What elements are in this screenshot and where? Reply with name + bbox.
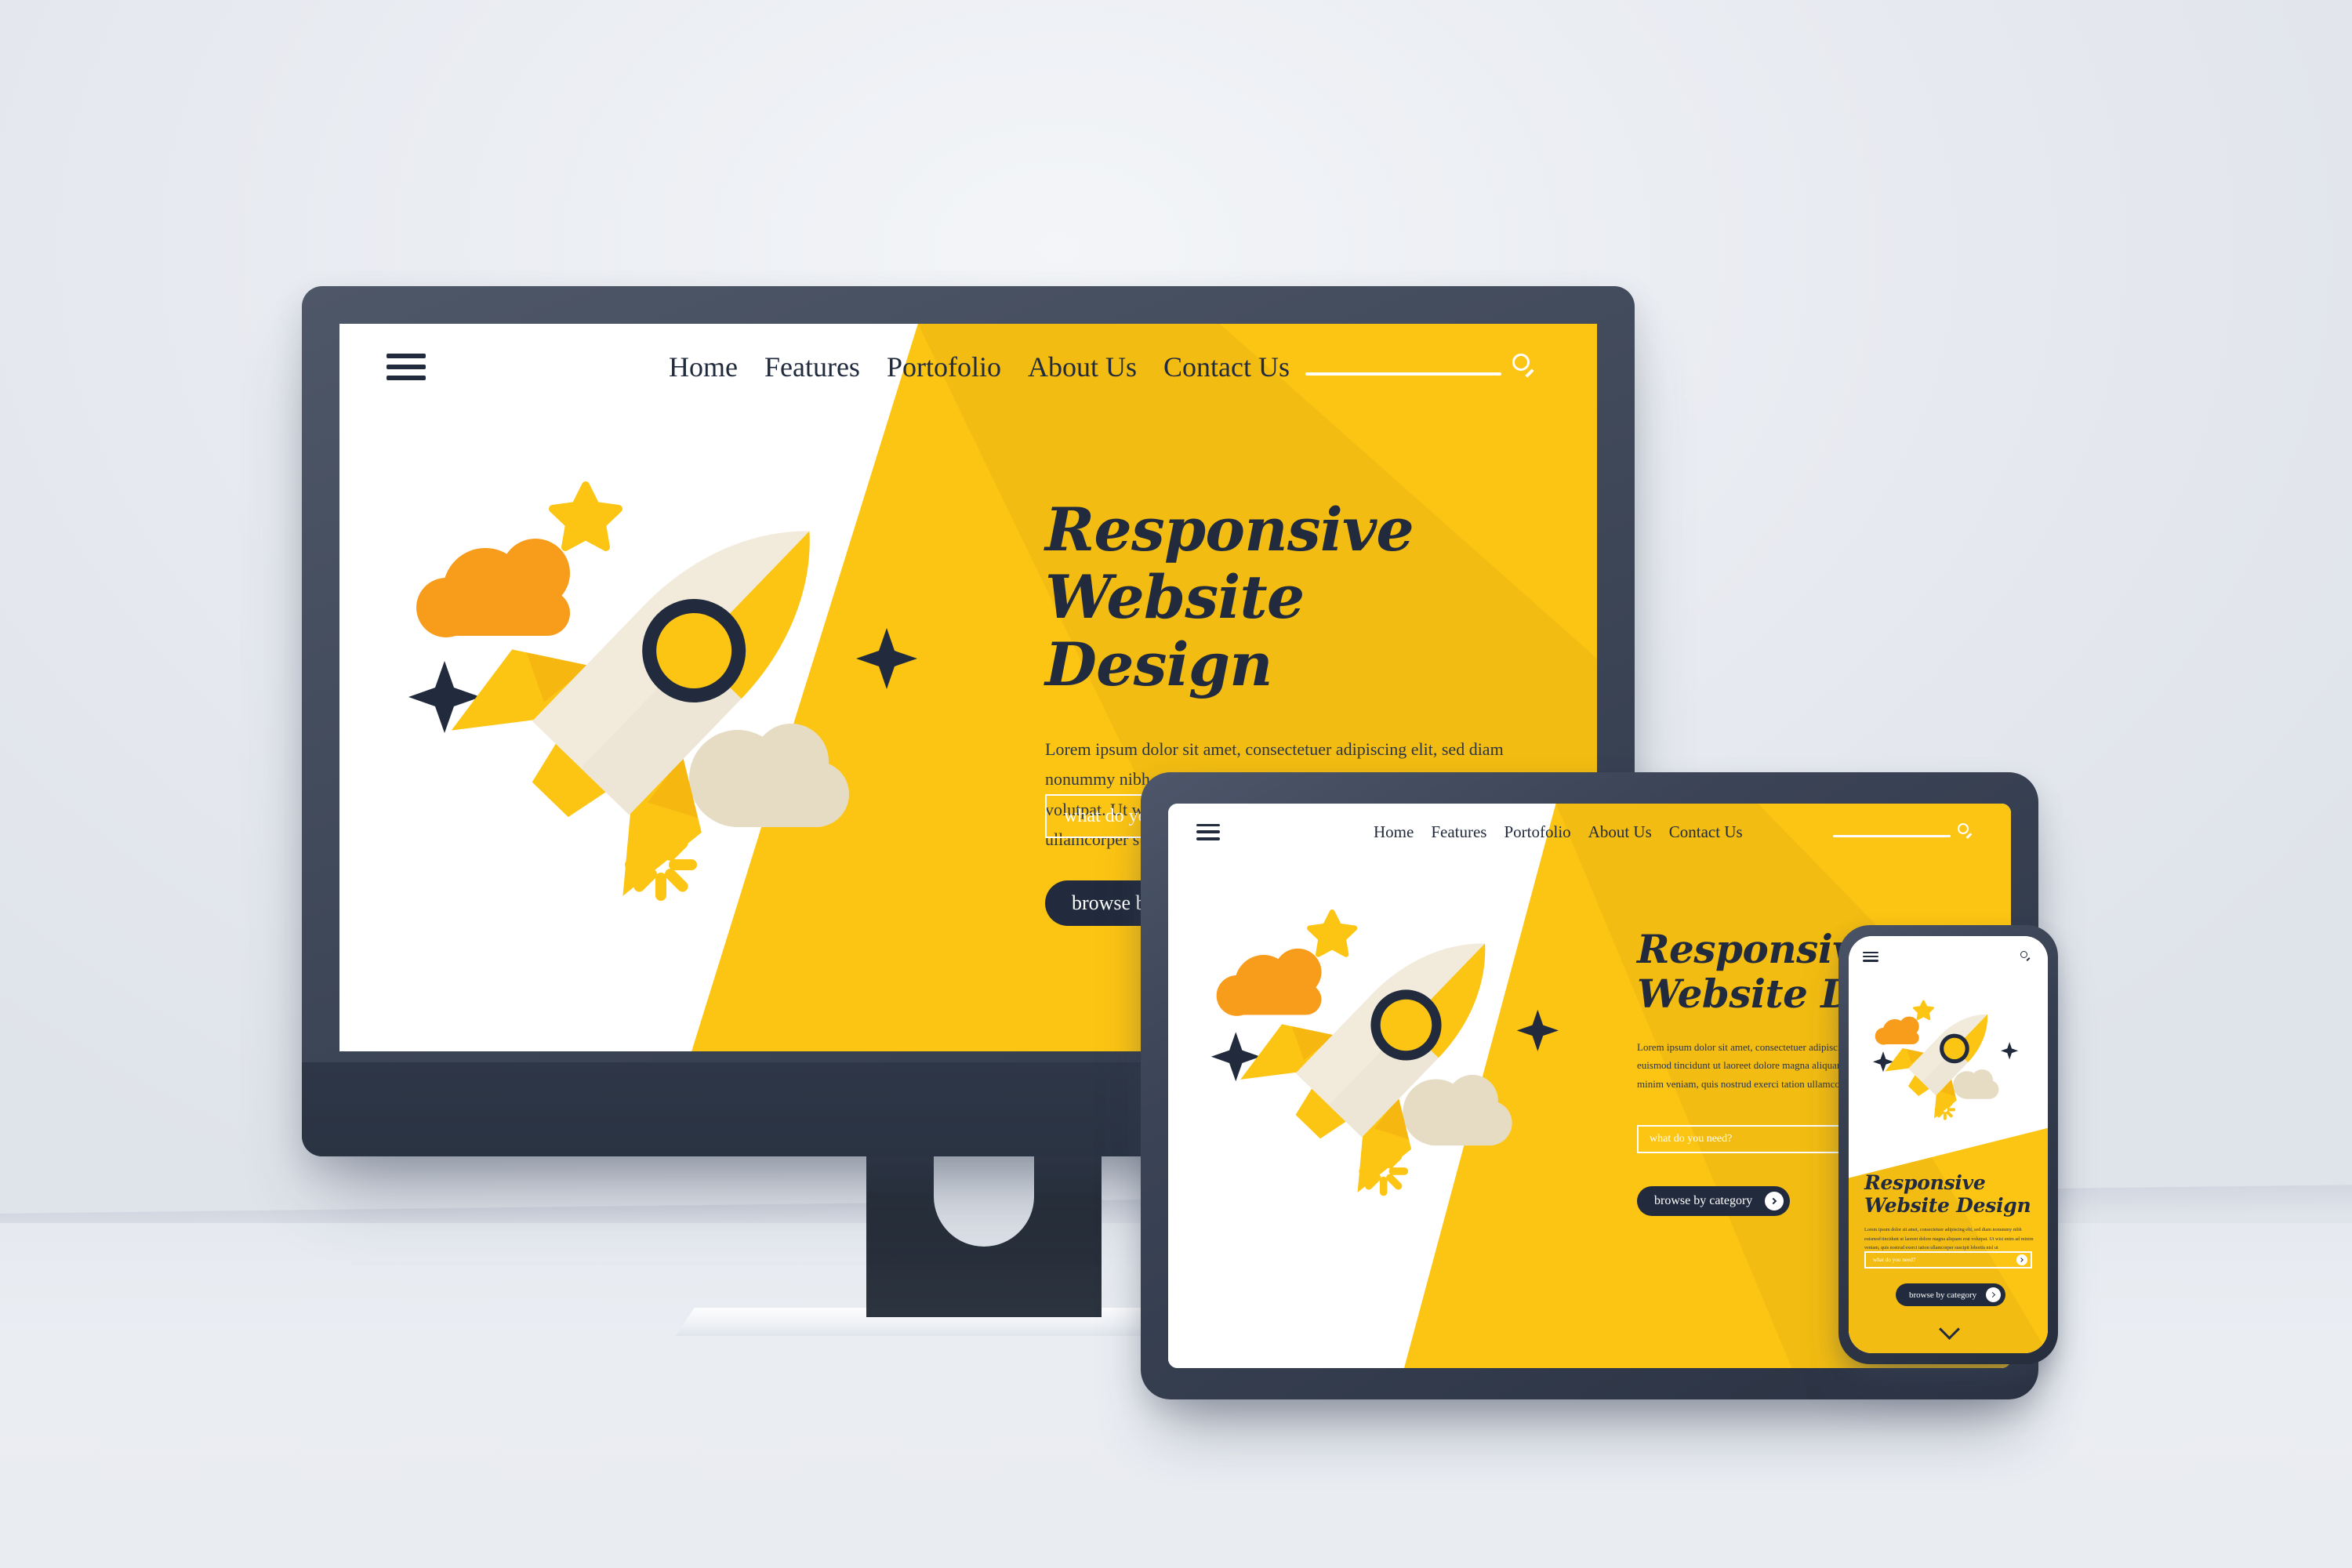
hero-section: Responsive Website Design Lorem ipsum do…	[1864, 1171, 2034, 1254]
tablet-navbar: Home Features Portofolio About Us Contac…	[1168, 804, 2011, 860]
nav-link-features[interactable]: Features	[764, 350, 860, 383]
hero-search-placeholder: what do you need?	[1873, 1257, 1916, 1263]
rocket-illustration	[1206, 879, 1581, 1271]
hamburger-menu-icon[interactable]	[1196, 823, 1220, 840]
search-input[interactable]	[1951, 958, 2016, 960]
hero-search-field[interactable]: what do you need?	[1864, 1251, 2032, 1269]
hamburger-menu-icon[interactable]	[387, 354, 426, 380]
nav-link-about-us[interactable]: About Us	[1588, 822, 1652, 842]
nav-search[interactable]	[1951, 950, 2034, 963]
hero-title-line-1: Responsive	[1864, 1171, 1986, 1194]
nav-search[interactable]	[1305, 354, 1550, 380]
search-input[interactable]	[1305, 372, 1501, 376]
hamburger-bar	[1863, 951, 1878, 953]
hamburger-bar	[1196, 823, 1220, 827]
hero-title-line-2: Website Design	[1045, 561, 1305, 699]
hamburger-bar	[1196, 830, 1220, 833]
search-icon[interactable]	[1958, 823, 1975, 840]
nav-links: Home Features Portofolio About Us Contac…	[1374, 822, 1743, 842]
browse-by-category-label: browse by category	[1654, 1194, 1753, 1207]
hamburger-menu-icon[interactable]	[1863, 951, 1878, 962]
rocket-illustration	[1871, 985, 2027, 1154]
page-title: Responsive Website Design	[1045, 496, 1547, 699]
search-icon[interactable]	[1512, 354, 1539, 380]
hamburger-bar	[387, 376, 426, 380]
browse-by-category-label: browse by category	[1909, 1290, 1977, 1300]
search-input[interactable]	[1833, 835, 1951, 837]
mobile-navbar: Home Features Portofolio About Us Contac…	[1849, 936, 2048, 977]
rocket-illustration	[401, 441, 949, 1006]
desktop-navbar: Home Features Portofolio About Us Contac…	[339, 324, 1597, 410]
nav-link-contact-us[interactable]: Contact Us	[1669, 822, 1743, 842]
mockup-scene: Home Features Portofolio About Us Contac…	[0, 0, 2352, 1568]
hero-body-text: Lorem ipsum dolor sit amet, consectetuer…	[1864, 1228, 2034, 1251]
chevron-right-icon	[1986, 1287, 2002, 1302]
hero-title-line-1: Responsive	[1045, 495, 1414, 564]
mobile-page: Home Features Portofolio About Us Contac…	[1849, 936, 2048, 1353]
page-title: Responsive Website Design	[1864, 1171, 2034, 1217]
hamburger-bar	[387, 365, 426, 369]
nav-links: Home Features Portofolio About Us Contac…	[669, 350, 1290, 383]
hamburger-bar	[1863, 955, 1878, 958]
nav-link-home[interactable]: Home	[669, 350, 738, 383]
search-submit-button[interactable]	[2016, 1254, 2027, 1265]
nav-search[interactable]	[1833, 823, 1983, 840]
nav-link-home[interactable]: Home	[1374, 822, 1414, 842]
search-icon[interactable]	[2020, 950, 2032, 963]
hamburger-bar	[1196, 837, 1220, 840]
hamburger-bar	[1863, 960, 1878, 962]
smartphone-device: Home Features Portofolio About Us Contac…	[1838, 925, 2058, 1364]
phone-screen: Home Features Portofolio About Us Contac…	[1849, 936, 2048, 1353]
nav-link-features[interactable]: Features	[1431, 822, 1486, 842]
hamburger-bar	[387, 354, 426, 358]
browse-by-category-button[interactable]: browse by category	[1896, 1283, 2006, 1306]
nav-link-about-us[interactable]: About Us	[1028, 350, 1137, 383]
hero-title-line-2: Website Design	[1864, 1194, 2031, 1217]
phone-body: Home Features Portofolio About Us Contac…	[1838, 925, 2058, 1364]
monitor-stand-neck	[866, 1151, 1102, 1317]
browse-by-category-button[interactable]: browse by category	[1637, 1186, 1791, 1216]
chevron-right-icon	[1765, 1192, 1784, 1210]
nav-link-portofolio[interactable]: Portofolio	[1504, 822, 1570, 842]
nav-link-portofolio[interactable]: Portofolio	[887, 350, 1001, 383]
nav-link-contact-us[interactable]: Contact Us	[1163, 350, 1290, 383]
